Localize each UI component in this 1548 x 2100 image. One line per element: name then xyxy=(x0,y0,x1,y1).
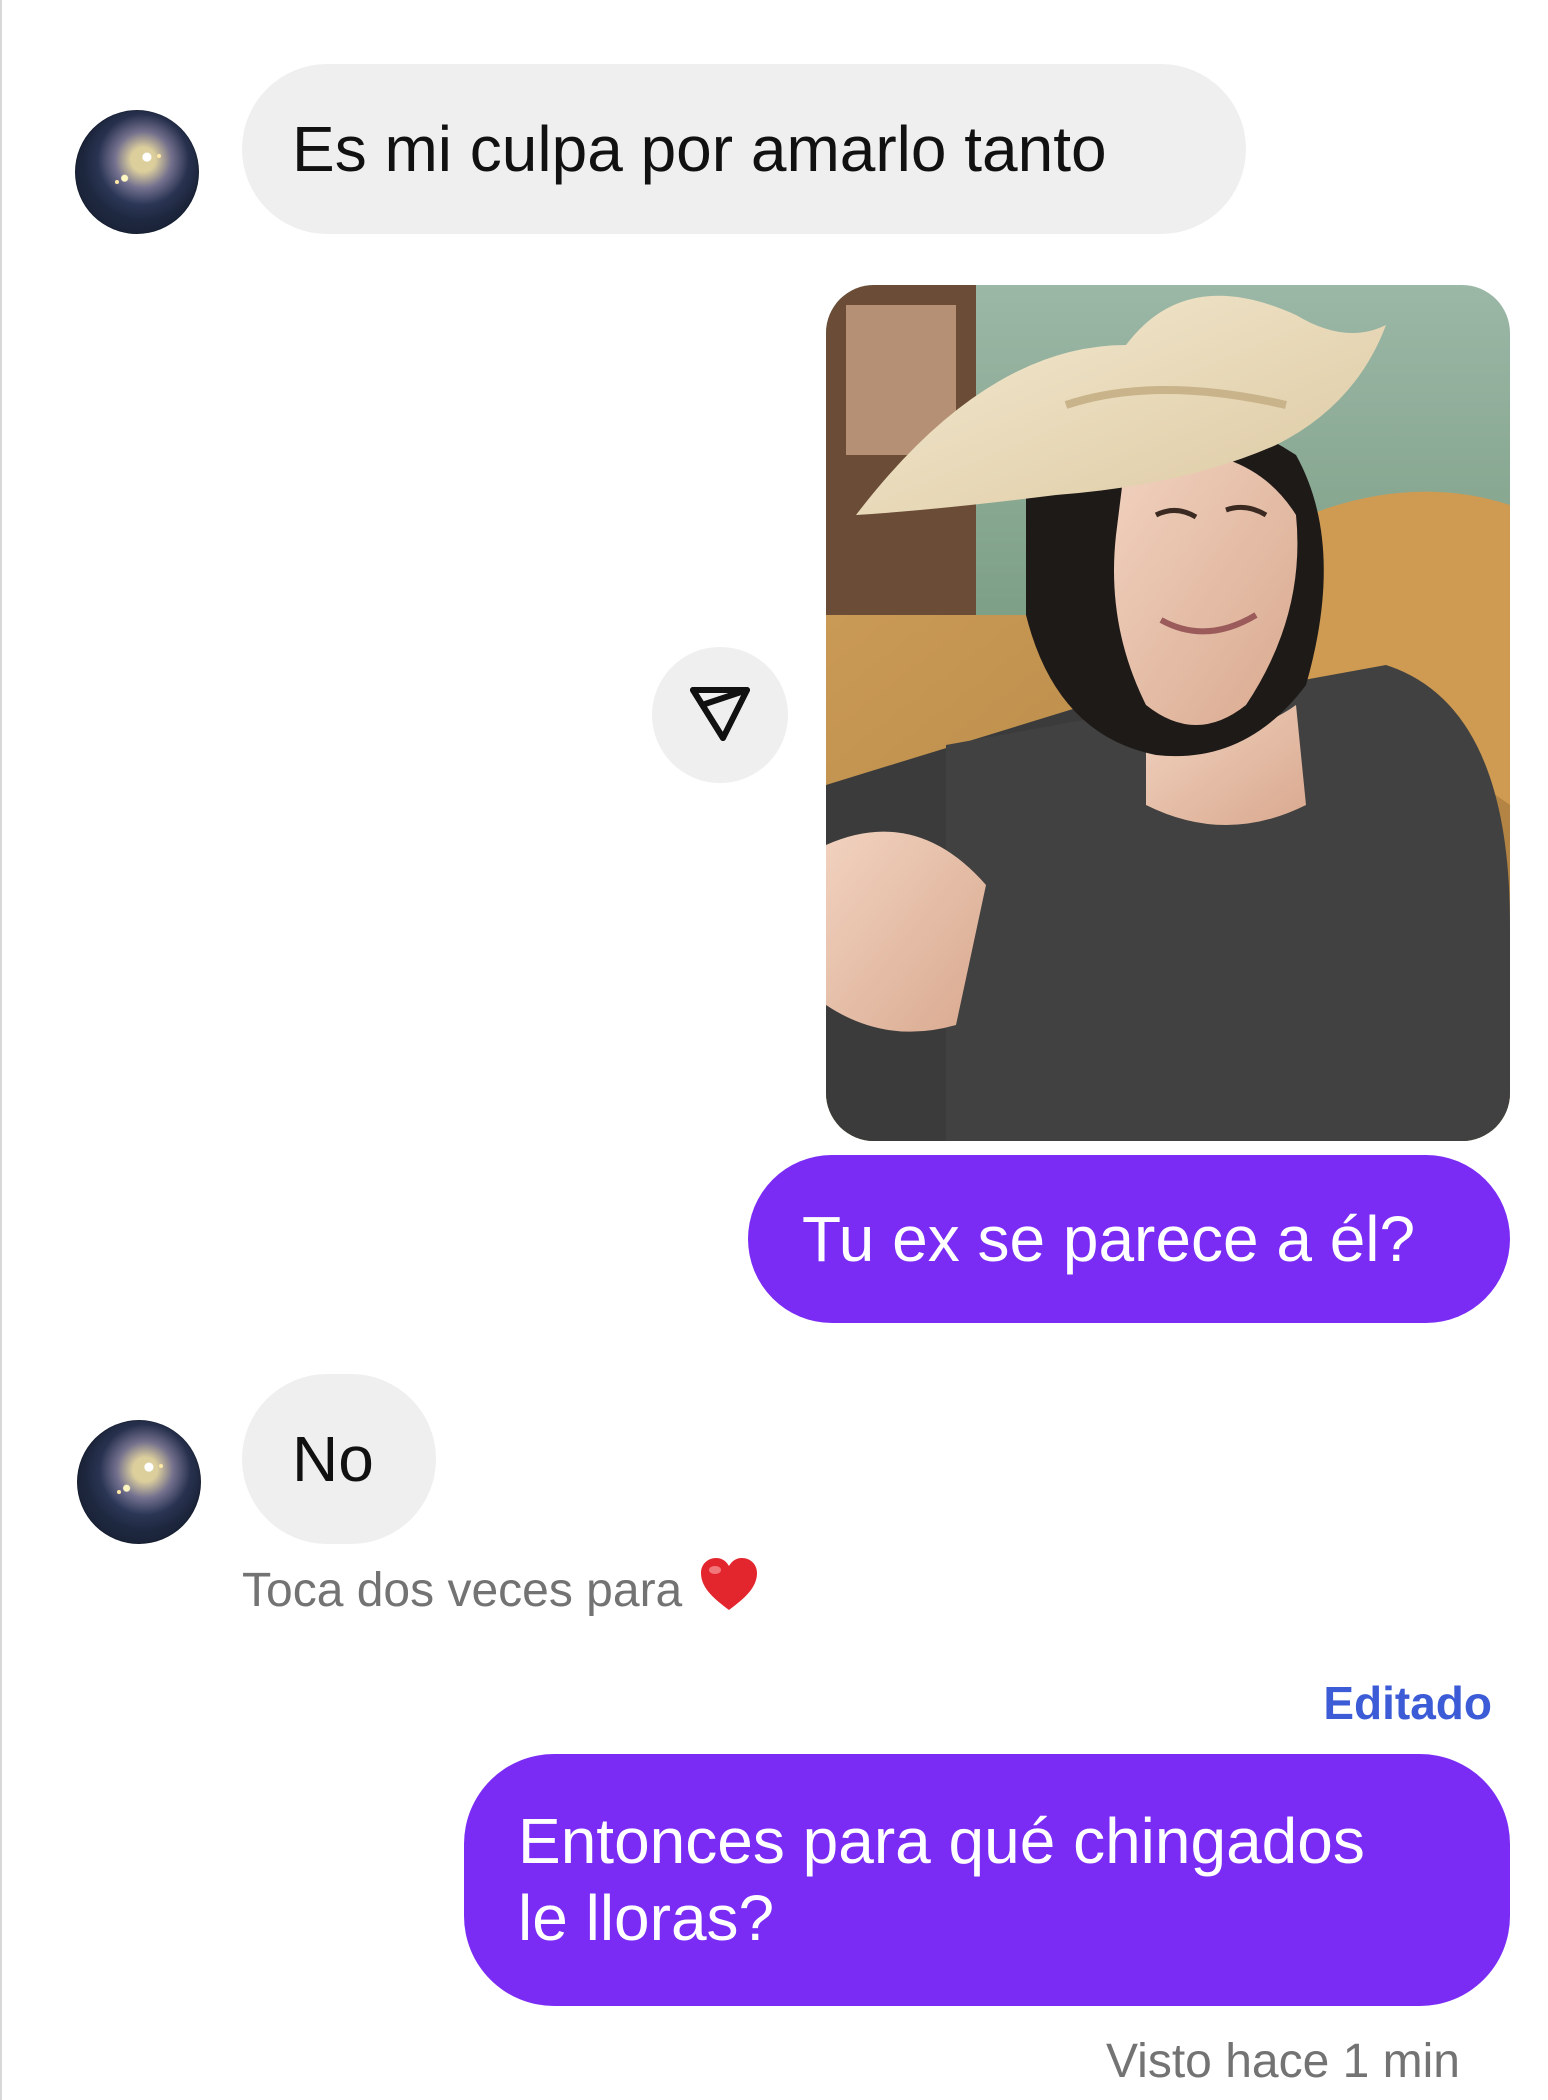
contact-avatar[interactable] xyxy=(77,1420,201,1544)
avatar-sparkle xyxy=(159,1464,163,1468)
avatar-sparkle xyxy=(157,154,161,158)
share-button[interactable] xyxy=(652,647,788,783)
shared-photo[interactable] xyxy=(826,285,1510,1141)
heart-icon[interactable] xyxy=(698,1556,760,1624)
avatar-sparkle xyxy=(115,180,119,184)
incoming-message-bubble[interactable]: Es mi culpa por amarlo tanto xyxy=(242,64,1246,234)
message-text: Tu ex se parece a él? xyxy=(802,1202,1416,1275)
message-text-line: le lloras? xyxy=(518,1882,775,1954)
photo-illustration xyxy=(826,285,1510,1141)
seen-status: Visto hace 1 min xyxy=(1106,2035,1460,2088)
double-tap-reaction-hint: Toca dos veces para xyxy=(242,1556,760,1624)
contact-avatar[interactable] xyxy=(75,110,199,234)
paper-plane-icon xyxy=(687,680,753,751)
edited-label: Editado xyxy=(1323,1677,1492,1729)
incoming-message-bubble[interactable]: No xyxy=(242,1374,436,1544)
avatar-sparkle xyxy=(117,1490,121,1494)
message-text: Es mi culpa por amarlo tanto xyxy=(292,112,1107,185)
outgoing-message-bubble[interactable]: Entonces para qué chingados le lloras? xyxy=(464,1754,1510,2006)
outgoing-message-bubble[interactable]: Tu ex se parece a él? xyxy=(748,1155,1510,1323)
hint-text: Toca dos veces para xyxy=(242,1563,683,1617)
chat-thread: Es mi culpa por amarlo tanto Tu ex se pa… xyxy=(0,0,1548,2100)
message-text: No xyxy=(292,1422,374,1495)
message-text-line: Entonces para qué chingados xyxy=(518,1805,1365,1878)
screen-edge-divider xyxy=(0,0,2,2100)
